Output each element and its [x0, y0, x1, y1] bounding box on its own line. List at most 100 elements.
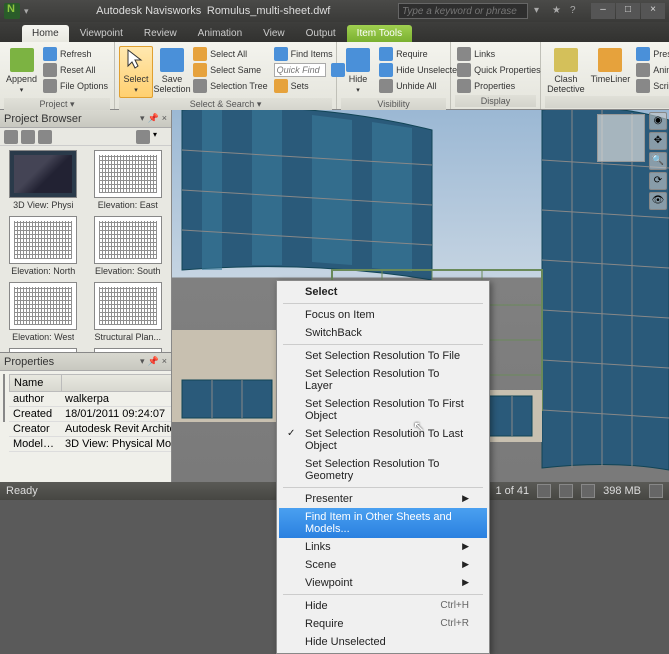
app-logo[interactable]: [4, 3, 20, 19]
tab-home[interactable]: Home: [22, 25, 69, 42]
sheet-elevation-east[interactable]: Elevation: East: [89, 150, 168, 210]
project-browser-panel: Project Browser ▾📌× ▾ 3D View: Physi Ele…: [0, 110, 172, 482]
tab-animation[interactable]: Animation: [188, 25, 252, 42]
nav-zoom-icon[interactable]: 🔍: [649, 152, 667, 170]
hide-button[interactable]: Hide▾: [341, 46, 375, 98]
cm-links[interactable]: Links▶: [279, 538, 487, 556]
prop-header-value[interactable]: [62, 375, 171, 391]
refresh-button[interactable]: Refresh: [41, 46, 110, 62]
select-all-button[interactable]: Select All: [191, 46, 270, 62]
tab-item-tools[interactable]: Item Tools: [347, 25, 412, 42]
browser-view-icon[interactable]: [136, 130, 150, 144]
nav-pan-icon[interactable]: ✥: [649, 132, 667, 150]
cursor-icon: [124, 48, 148, 72]
project-browser-header[interactable]: Project Browser ▾📌×: [0, 110, 171, 128]
sheet-elevation-south[interactable]: Elevation: South: [89, 216, 168, 276]
props-pin-icon[interactable]: 📌: [148, 356, 159, 367]
minimize-button[interactable]: –: [591, 3, 615, 19]
select-same-button[interactable]: Select Same: [191, 62, 270, 78]
properties-header[interactable]: Properties ▾📌×: [0, 353, 171, 371]
viewcube[interactable]: [597, 114, 645, 162]
cm-hide-unselected[interactable]: Hide Unselected: [279, 633, 487, 651]
cm-res-geom[interactable]: Set Selection Resolution To Geometry: [279, 455, 487, 485]
star-icon[interactable]: ★: [552, 5, 564, 17]
animator-button[interactable]: Animator: [634, 62, 669, 78]
sheet-elevation-west[interactable]: Elevation: West: [4, 282, 83, 342]
props-dropdown-icon[interactable]: ▾: [140, 356, 145, 367]
presenter-icon: [636, 47, 650, 61]
cm-res-layer[interactable]: Set Selection Resolution To Layer: [279, 365, 487, 395]
table-row[interactable]: CreatorAutodesk Revit Architectu: [9, 422, 171, 437]
sheet-item-7[interactable]: [4, 348, 83, 352]
table-row[interactable]: authorwalkerpa: [9, 392, 171, 407]
browser-view-dropdown[interactable]: ▾: [153, 130, 167, 144]
quick-find-input[interactable]: [274, 63, 326, 77]
append-button[interactable]: Append▾: [4, 46, 39, 98]
cm-hide[interactable]: HideCtrl+H: [279, 597, 487, 615]
tab-output[interactable]: Output: [296, 25, 346, 42]
sb-disk-icon[interactable]: [559, 484, 573, 498]
clash-detective-button[interactable]: Clash Detective: [545, 46, 587, 96]
select-button[interactable]: Select▾: [119, 46, 153, 98]
pin-icon[interactable]: 📌: [148, 113, 159, 124]
sheet-3d-view[interactable]: 3D View: Physi: [4, 150, 83, 210]
search-input[interactable]: [398, 3, 528, 19]
tab-review[interactable]: Review: [134, 25, 187, 42]
page-indicator: 1 of 41: [495, 485, 529, 497]
table-row[interactable]: ModelName3D View: Physical Model: [9, 437, 171, 452]
browser-btn2[interactable]: [21, 130, 35, 144]
browser-btn1[interactable]: [4, 130, 18, 144]
nav-wheel-icon[interactable]: ◉: [649, 112, 667, 130]
cm-res-file[interactable]: Set Selection Resolution To File: [279, 347, 487, 365]
file-options-button[interactable]: File Options: [41, 78, 110, 94]
save-selection-button[interactable]: Save Selection: [155, 46, 189, 96]
quick-props-button[interactable]: Quick Properties: [455, 62, 543, 78]
sets-icon: [274, 79, 288, 93]
help-icon[interactable]: ?: [570, 5, 582, 17]
sets-button[interactable]: Sets: [272, 78, 347, 94]
properties-button[interactable]: Properties: [455, 78, 543, 94]
prop-header-name[interactable]: Name: [10, 375, 62, 391]
cm-focus[interactable]: Focus on Item: [279, 306, 487, 324]
timeliner-icon: [598, 48, 622, 72]
links-button[interactable]: Links: [455, 46, 543, 62]
sheet-structural-plan[interactable]: Structural Plan...: [89, 282, 168, 342]
table-row[interactable]: Created18/01/2011 09:24:07: [9, 407, 171, 422]
find-items-button[interactable]: Find Items: [272, 46, 347, 62]
qprops-icon: [457, 63, 471, 77]
cm-presenter[interactable]: Presenter▶: [279, 490, 487, 508]
cm-viewpoint[interactable]: Viewpoint▶: [279, 574, 487, 592]
presenter-button[interactable]: Presenter: [634, 46, 669, 62]
cm-require[interactable]: RequireCtrl+R: [279, 615, 487, 633]
group-tools: Tools: [545, 96, 669, 108]
panel-dropdown-icon[interactable]: ▾: [140, 113, 145, 124]
sb-mem-icon[interactable]: [649, 484, 663, 498]
browser-btn3[interactable]: [38, 130, 52, 144]
timeliner-button[interactable]: TimeLiner: [589, 46, 633, 86]
hide-icon: [346, 48, 370, 72]
group-display: Display: [455, 95, 536, 107]
scripter-button[interactable]: Scripter: [634, 78, 669, 94]
props-close-icon[interactable]: ×: [162, 356, 167, 367]
hide-unsel-icon: [379, 63, 393, 77]
sb-next-icon[interactable]: [537, 484, 551, 498]
sheet-elevation-north[interactable]: Elevation: North: [4, 216, 83, 276]
tab-viewpoint[interactable]: Viewpoint: [70, 25, 133, 42]
panel-close-icon[interactable]: ×: [162, 113, 167, 124]
cm-select[interactable]: Select: [279, 283, 487, 301]
nav-look-icon[interactable]: 👁: [649, 192, 667, 210]
nav-orbit-icon[interactable]: ⟳: [649, 172, 667, 190]
cm-find-other[interactable]: Find Item in Other Sheets and Models...: [279, 508, 487, 538]
sheet-item-8[interactable]: [89, 348, 168, 352]
cm-res-last[interactable]: Set Selection Resolution To Last Object: [279, 425, 487, 455]
reset-all-button[interactable]: Reset All: [41, 62, 110, 78]
close-button[interactable]: ×: [641, 3, 665, 19]
cm-switchback[interactable]: SwitchBack: [279, 324, 487, 342]
maximize-button[interactable]: □: [616, 3, 640, 19]
cm-scene[interactable]: Scene▶: [279, 556, 487, 574]
search-dropdown-icon[interactable]: ▾: [534, 5, 546, 17]
selection-tree-button[interactable]: Selection Tree: [191, 78, 270, 94]
sb-pencil-icon[interactable]: [581, 484, 595, 498]
cm-res-first[interactable]: Set Selection Resolution To First Object: [279, 395, 487, 425]
tab-view[interactable]: View: [253, 25, 295, 42]
